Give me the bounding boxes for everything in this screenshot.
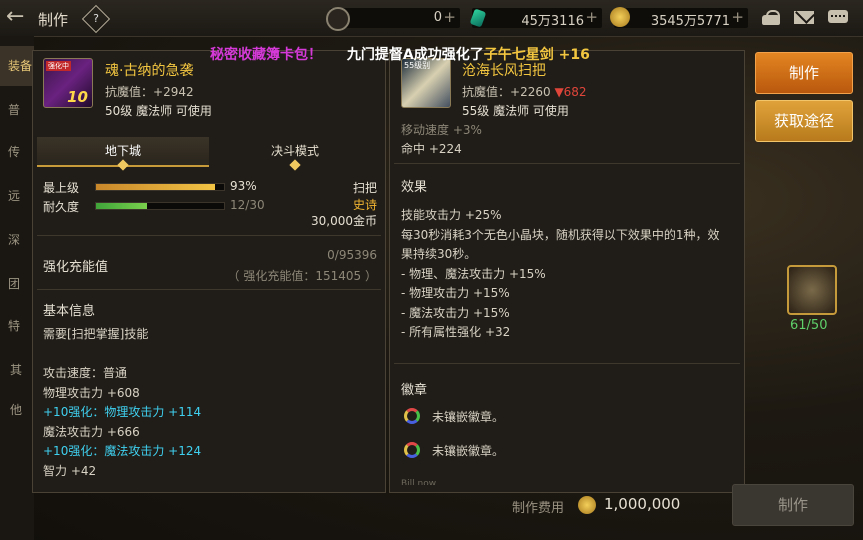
- gem-icon: [469, 8, 487, 28]
- basic-info-line: 魔法攻击力 +666: [43, 424, 140, 439]
- make-button[interactable]: 制作: [755, 52, 853, 94]
- currency-gem-value: 45万3116: [521, 14, 584, 29]
- tab-equipment[interactable]: 装备: [0, 46, 34, 86]
- tab-team[interactable]: 团: [0, 264, 32, 304]
- enhance-level-badge: 10: [67, 88, 88, 106]
- item-price: 30,000金币: [311, 214, 377, 228]
- currency-gold: 3545万5771 +: [610, 7, 748, 29]
- charge-value: 0/95396: [327, 248, 377, 262]
- top-bar: ← 制作 ? 0 + 45万3116 + 3545万5771 +: [0, 0, 863, 37]
- durability-value: 12/30: [230, 198, 265, 212]
- tab-deep[interactable]: 深: [0, 220, 32, 260]
- help-icon[interactable]: ?: [81, 4, 111, 34]
- basic-info-line: 物理攻击力 +608: [43, 385, 140, 400]
- broom-item-icon: 强化中 10: [43, 58, 93, 108]
- cut-off-text: Bill now: [401, 479, 437, 485]
- add-currency-gem-button[interactable]: +: [585, 8, 598, 26]
- durability-label: 耐久度: [43, 200, 80, 214]
- add-currency-gold-button[interactable]: +: [731, 8, 744, 26]
- basic-info-line: 需要[扫把掌握]技能: [43, 327, 149, 341]
- item-name: 魂·古纳的急袭: [105, 63, 194, 79]
- effect-line: 每30秒消耗3个无色小晶块，随机获得以下效果中的1种，效: [401, 227, 720, 242]
- cost-value: 1,000,000: [604, 495, 681, 513]
- mail-icon[interactable]: [793, 4, 815, 27]
- currency-gold-value: 3545万5771: [650, 14, 730, 29]
- emblem-title: 徽章: [401, 383, 428, 398]
- currency-c: 0 +: [326, 7, 460, 31]
- basic-info-line: +10强化：魔法攻击力 +124: [43, 444, 202, 458]
- effect-line: 果持续30秒。: [401, 247, 477, 261]
- basic-info-line: 智力 +42: [43, 463, 97, 478]
- divider: [394, 363, 740, 364]
- tab-special[interactable]: 特: [0, 306, 32, 346]
- material-count: 61/50: [790, 318, 828, 333]
- item-rarity: 史诗: [352, 198, 377, 212]
- chat-icon[interactable]: [827, 7, 849, 27]
- compare-item-stat: 抗魔值：+2260 ▼682: [462, 85, 587, 99]
- emblem-slot-icon: [404, 442, 420, 458]
- tab-normal[interactable]: 普: [0, 90, 32, 130]
- compare-item-requirement: 55级 魔法师 可使用: [462, 104, 569, 118]
- add-currency-c-button[interactable]: +: [443, 8, 456, 26]
- divider: [37, 235, 381, 236]
- compare-line: 命中 +224: [401, 142, 462, 156]
- banner-left-text: 秘密收藏簿卡包！: [210, 47, 322, 63]
- broadcast-banner: 秘密收藏簿卡包！ 九门提督A成功强化了子午七星剑 +16: [210, 44, 590, 64]
- back-arrow-icon[interactable]: ←: [6, 6, 30, 30]
- compare-line: 移动速度 +3%: [401, 123, 482, 137]
- basic-info-line: 攻击速度：普通: [43, 366, 128, 380]
- mode-tabs: 地下城 决斗模式: [37, 137, 381, 171]
- grade-value: 93%: [230, 179, 257, 193]
- divider: [394, 163, 740, 164]
- coin-c-icon: [326, 7, 350, 31]
- effect-line: - 物理攻击力 +15%: [401, 286, 510, 300]
- tab-ancient[interactable]: 远: [0, 176, 32, 216]
- basic-info-line: +10强化：物理攻击力 +114: [43, 405, 202, 419]
- effect-title: 效果: [401, 180, 428, 195]
- grade-bar: [95, 183, 225, 191]
- charge-label: 强化充能值: [43, 260, 109, 275]
- material-slot-icon[interactable]: [787, 265, 837, 315]
- divider: [37, 289, 381, 290]
- page-title: 制作: [38, 11, 69, 29]
- basic-info-title: 基本信息: [43, 304, 96, 319]
- banner-right-text: 九门提督A成功强化了: [346, 47, 484, 63]
- gold-coin-icon: [578, 496, 596, 514]
- item-type: 扫把: [352, 181, 377, 195]
- charge-sub: （ 强化充能值：151405 ）: [227, 269, 377, 283]
- effect-line: 技能攻击力 +25%: [401, 208, 502, 222]
- enhancing-badge: 强化中: [46, 61, 71, 71]
- currency-c-value: 0: [433, 10, 442, 25]
- emblem-slot-text: 未镶嵌徽章。: [432, 444, 505, 458]
- category-tab-column: 装备 普 传 远 深 团 特 其他: [0, 36, 34, 540]
- banner-item-text: 子午七星剑 +16: [483, 47, 590, 63]
- currency-gem: 45万3116 +: [469, 8, 602, 29]
- item-stat: 抗魔值：+2942: [105, 85, 194, 99]
- effect-line: - 所有属性强化 +32: [401, 325, 511, 339]
- tab-legend[interactable]: 传: [0, 132, 32, 172]
- item-requirement: 50级 魔法师 可使用: [105, 104, 212, 118]
- emblem-slot-icon: [404, 408, 420, 424]
- shop-icon[interactable]: [760, 7, 782, 27]
- effect-line: - 魔法攻击力 +15%: [401, 305, 510, 320]
- make-bottom-button[interactable]: 制作: [732, 484, 854, 526]
- durability-bar: [95, 202, 225, 210]
- gold-icon: [610, 7, 630, 27]
- obtain-route-button[interactable]: 获取途径: [755, 100, 853, 142]
- compare-broom-icon: 55级别: [401, 58, 451, 108]
- cost-label: 制作费用: [512, 501, 565, 516]
- compare-tooltip-panel: 55级别 沧海长风扫把 抗魔值：+2260 ▼682 55级 魔法师 可使用 移…: [389, 50, 745, 493]
- item-tooltip-panel: 强化中 10 魂·古纳的急袭 抗魔值：+2942 50级 魔法师 可使用 地下城…: [32, 50, 386, 493]
- tab-other[interactable]: 其他: [0, 350, 32, 417]
- grade-label: 最上级: [43, 181, 80, 195]
- effect-line: - 物理、魔法攻击力 +15%: [401, 266, 546, 281]
- emblem-slot-text: 未镶嵌徽章。: [432, 410, 505, 424]
